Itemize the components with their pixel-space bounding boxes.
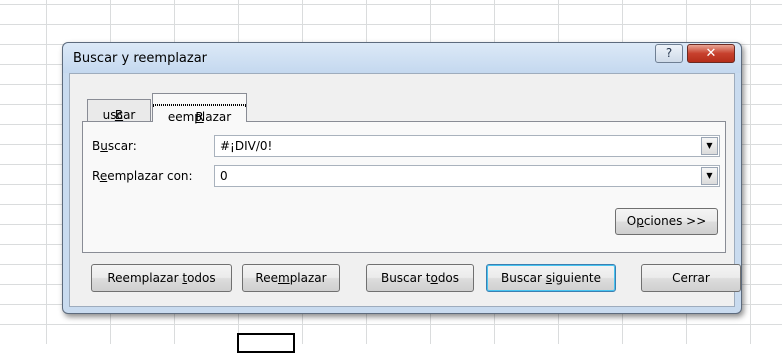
- find-label: Buscar:: [92, 139, 137, 153]
- help-icon: ?: [665, 46, 673, 60]
- replace-combobox[interactable]: 0 ▼: [214, 165, 720, 187]
- close-window-button[interactable]: ✕: [687, 44, 735, 63]
- chevron-down-icon[interactable]: ▼: [701, 167, 718, 185]
- selected-cell[interactable]: [237, 333, 295, 353]
- replace-input[interactable]: 0: [220, 169, 228, 183]
- find-next-button[interactable]: Buscar siguiente: [486, 264, 616, 292]
- tab-reemplazar[interactable]: Reemplazar: [152, 93, 247, 124]
- replace-label: Reemplazar con:: [92, 169, 193, 183]
- options-button[interactable]: Opciones >>: [615, 208, 718, 235]
- dialog-titlebar[interactable]: Buscar y reemplazar ? ✕: [63, 43, 741, 73]
- help-button[interactable]: ?: [655, 44, 683, 63]
- replace-all-button[interactable]: Reemplazar todos: [91, 264, 232, 292]
- replace-button[interactable]: Reemplazar: [242, 264, 340, 292]
- find-input[interactable]: #¡DIV/0!: [220, 139, 272, 153]
- tab-panel-reemplazar: Buscar: #¡DIV/0! ▼ Reemplazar con: 0 ▼ O…: [82, 121, 726, 253]
- find-replace-dialog: Buscar y reemplazar ? ✕ Buscar Reemplaza…: [62, 42, 742, 314]
- chevron-down-icon[interactable]: ▼: [701, 137, 718, 155]
- find-combobox[interactable]: #¡DIV/0! ▼: [214, 135, 720, 157]
- dialog-body: Buscar Reemplazar Buscar: #¡DIV/0! ▼ Ree…: [69, 73, 741, 307]
- find-all-button[interactable]: Buscar todos: [366, 264, 474, 292]
- close-icon: ✕: [705, 46, 717, 61]
- tab-buscar[interactable]: Buscar: [87, 99, 151, 122]
- close-button[interactable]: Cerrar: [641, 264, 741, 292]
- dialog-title: Buscar y reemplazar: [73, 51, 208, 66]
